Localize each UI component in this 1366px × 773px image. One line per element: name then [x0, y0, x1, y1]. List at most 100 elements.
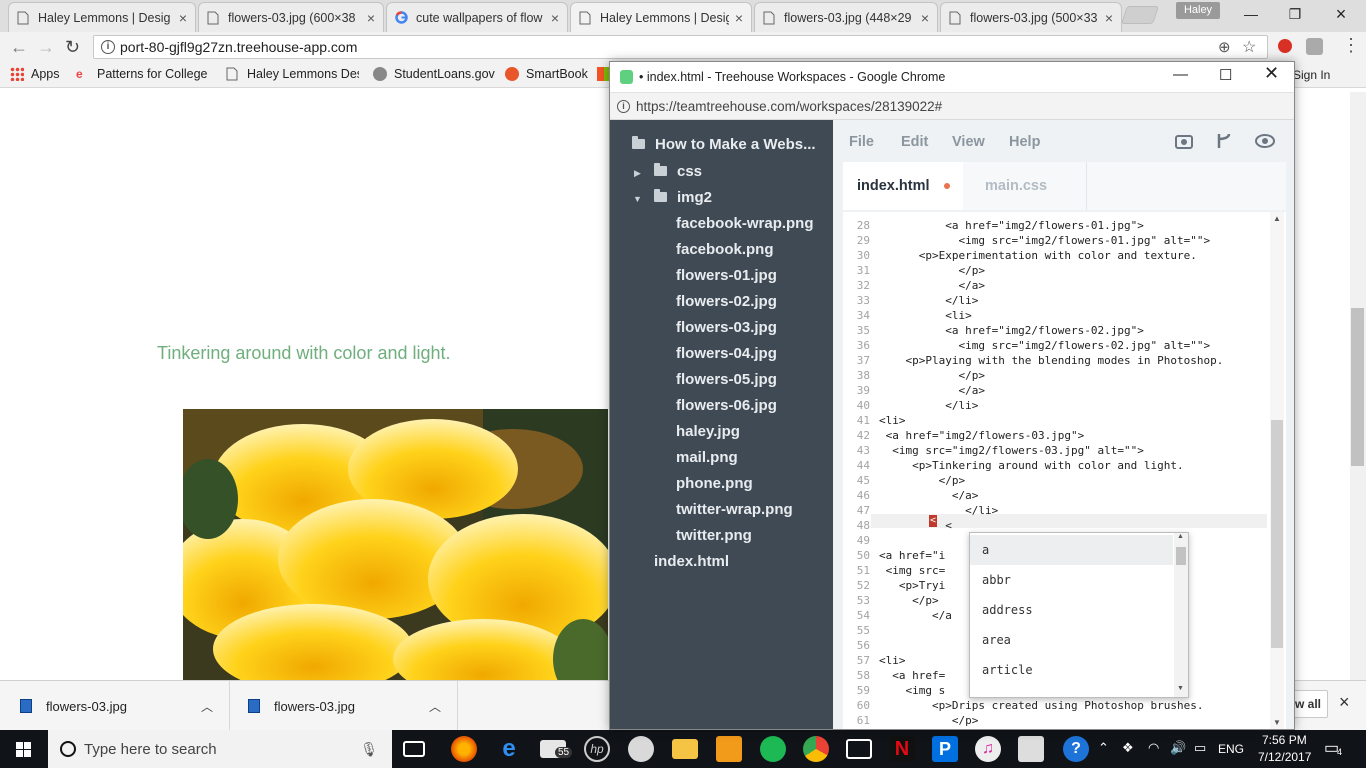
bookmark-item[interactable]: SmartBook	[505, 67, 588, 81]
snapshot-icon[interactable]	[1174, 131, 1194, 151]
paint-icon[interactable]	[628, 736, 654, 762]
scroll-up-icon[interactable]: ▲	[1177, 533, 1184, 540]
caret-down-icon[interactable]: ▼	[633, 194, 642, 204]
tree-file-root[interactable]: index.html	[654, 553, 729, 570]
minimize-icon[interactable]: —	[1228, 0, 1274, 28]
forward-icon[interactable]: →	[37, 37, 55, 57]
browser-tab-active[interactable]: Haley Lemmons | Desig ×	[570, 2, 752, 32]
clock-date[interactable]: 7/12/2017	[1258, 750, 1311, 764]
menu-file[interactable]: File	[849, 134, 874, 150]
workspace-address-bar[interactable]: i https://teamtreehouse.com/workspaces/2…	[610, 92, 1294, 120]
project-root[interactable]: How to Make a Webs...	[632, 136, 816, 153]
tree-file[interactable]: flowers-06.jpg	[676, 397, 777, 414]
preview-eye-icon[interactable]	[1254, 131, 1275, 151]
autocomplete-option[interactable]: abbr	[970, 565, 1173, 595]
profile-badge[interactable]: Haley	[1176, 2, 1220, 19]
photos-icon[interactable]	[1018, 736, 1044, 762]
menu-view[interactable]: View	[952, 134, 985, 150]
sign-in-link[interactable]: Sign In	[1293, 68, 1330, 82]
close-icon[interactable]: ×	[1105, 10, 1113, 26]
netflix-icon[interactable]: N	[889, 736, 915, 762]
download-item[interactable]: flowers-03.jpg ︿	[0, 681, 230, 731]
scroll-down-icon[interactable]: ▼	[1177, 685, 1184, 692]
dropbox-icon[interactable]: ❖	[1122, 740, 1134, 756]
tree-file[interactable]: flowers-01.jpg	[676, 267, 777, 284]
start-button[interactable]	[0, 730, 48, 768]
tree-folder-css[interactable]: css	[654, 163, 702, 180]
tree-file[interactable]: flowers-02.jpg	[676, 293, 777, 310]
page-scrollbar[interactable]	[1350, 92, 1366, 680]
download-item[interactable]: flowers-03.jpg ︿	[230, 681, 458, 731]
autocomplete-option[interactable]: article	[970, 655, 1173, 685]
bookmark-apps[interactable]: Apps	[10, 67, 60, 81]
file-explorer-icon[interactable]	[672, 739, 698, 759]
chevron-up-icon[interactable]: ︿	[429, 698, 441, 715]
extension-icon[interactable]	[1306, 38, 1323, 55]
close-window-icon[interactable]: ×	[1318, 0, 1364, 28]
spotify-icon[interactable]	[760, 736, 786, 762]
tree-file[interactable]: twitter-wrap.png	[676, 501, 793, 518]
extension-icon[interactable]	[1278, 39, 1292, 53]
browser-tab[interactable]: cute wallpapers of flow ×	[386, 2, 568, 32]
tree-file[interactable]: phone.png	[676, 475, 753, 492]
browser-tab[interactable]: flowers-03.jpg (448×29 ×	[754, 2, 938, 32]
maximize-icon[interactable]: ❐	[1272, 0, 1318, 28]
menu-help[interactable]: Help	[1009, 134, 1040, 150]
autocomplete-scrollbar[interactable]: ▲ ▼	[1174, 533, 1188, 697]
tree-file[interactable]: facebook-wrap.png	[676, 215, 814, 232]
bookmark-item[interactable]: Haley Lemmons Desi	[226, 67, 359, 81]
volume-icon[interactable]: 🔊	[1170, 740, 1186, 756]
tree-file[interactable]: twitter.png	[676, 527, 752, 544]
tree-folder-img2[interactable]: img2	[654, 189, 712, 206]
autocomplete-option[interactable]: a	[970, 535, 1173, 565]
reload-icon[interactable]: ↻	[65, 37, 80, 57]
close-window-icon[interactable]: ✕	[1264, 63, 1279, 84]
bookmark-item[interactable]: e Patterns for College W	[76, 67, 209, 81]
new-tab-button[interactable]	[1121, 6, 1159, 24]
minimize-icon[interactable]: —	[1173, 66, 1188, 83]
tree-file[interactable]: flowers-05.jpg	[676, 371, 777, 388]
autocomplete-option[interactable]: address	[970, 595, 1173, 625]
close-icon[interactable]: ×	[367, 10, 375, 26]
tree-file[interactable]: facebook.png	[676, 241, 774, 258]
store-icon[interactable]	[846, 739, 872, 759]
maximize-icon[interactable]: ☐	[1219, 66, 1232, 84]
info-icon[interactable]: i	[617, 100, 630, 113]
wifi-icon[interactable]: ◠	[1148, 740, 1159, 756]
browser-tab[interactable]: Haley Lemmons | Desig ×	[8, 2, 196, 32]
editor-tab-main-css[interactable]: main.css	[969, 162, 1087, 210]
battery-icon[interactable]: ▭	[1194, 740, 1206, 756]
tree-file[interactable]: haley.jpg	[676, 423, 740, 440]
scroll-up-icon[interactable]: ▲	[1273, 214, 1281, 223]
flower-photo[interactable]	[183, 409, 608, 680]
microphone-icon[interactable]: 🎙	[360, 741, 378, 758]
close-icon[interactable]: ×	[735, 10, 743, 26]
chevron-up-icon[interactable]: ⌃	[1098, 740, 1109, 756]
code-area[interactable]: 28 <a href="img2/flowers-01.jpg"> 29 <img…	[843, 212, 1286, 729]
caret-right-icon[interactable]: ▶	[634, 168, 641, 179]
autocomplete-option[interactable]: area	[970, 625, 1173, 655]
task-view-icon[interactable]	[403, 741, 425, 757]
edge-icon[interactable]: e	[496, 736, 522, 762]
zoom-icon[interactable]: ⊕	[1218, 38, 1231, 56]
star-icon[interactable]: ☆	[1242, 37, 1256, 57]
bookmark-item[interactable]: StudentLoans.gov	[373, 67, 495, 81]
menu-edit[interactable]: Edit	[901, 134, 928, 150]
clock-time[interactable]: 7:56 PM	[1262, 733, 1307, 747]
chevron-up-icon[interactable]: ︿	[201, 698, 213, 715]
language-indicator[interactable]: ENG	[1218, 742, 1244, 756]
editor-tab-index-html[interactable]: index.html	[843, 162, 963, 210]
close-icon[interactable]: ×	[921, 10, 929, 26]
info-icon[interactable]: i	[101, 40, 115, 54]
hp-icon[interactable]: hp	[584, 736, 610, 762]
browser-tab[interactable]: flowers-03.jpg (500×33 ×	[940, 2, 1122, 32]
menu-icon[interactable]: ⋮	[1342, 35, 1360, 55]
chrome-icon[interactable]	[803, 736, 829, 762]
tree-file[interactable]: mail.png	[676, 449, 738, 466]
address-bar[interactable]: i port-80-gjfl9g27zn.treehouse-app.com ⊕…	[93, 35, 1268, 59]
close-icon[interactable]: ×	[551, 10, 559, 26]
tree-file[interactable]: flowers-03.jpg	[676, 319, 777, 336]
pandora-icon[interactable]: P	[932, 736, 958, 762]
itunes-icon[interactable]: ♫	[975, 736, 1001, 762]
firefox-icon[interactable]	[451, 736, 477, 762]
